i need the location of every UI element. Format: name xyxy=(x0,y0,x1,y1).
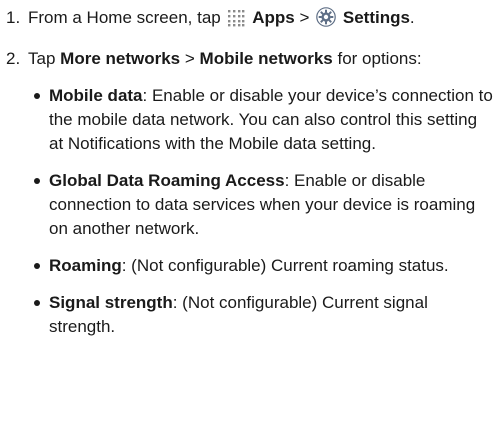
step-text-suffix: for options: xyxy=(337,49,422,68)
list-item: Roaming: (Not configurable) Current roam… xyxy=(28,254,494,278)
list-item: Global Data Roaming Access: Enable or di… xyxy=(28,169,494,241)
settings-gear-icon xyxy=(316,7,336,34)
options-list: Mobile data: Enable or disable your devi… xyxy=(28,84,494,339)
option-term: Roaming xyxy=(49,256,122,275)
step-text-prefix: From a Home screen, tap xyxy=(28,8,221,27)
option-term: Signal strength xyxy=(49,293,173,312)
list-item: Mobile data: Enable or disable your devi… xyxy=(28,84,494,156)
mobile-networks-label: Mobile networks xyxy=(199,49,333,68)
settings-label: Settings xyxy=(342,8,410,27)
separator: > xyxy=(184,49,195,68)
option-description: : (Not configurable) Current roaming sta… xyxy=(121,256,449,275)
step-number: 1. xyxy=(6,8,21,27)
instructions-page: 1. From a Home screen, tap Apps > Settin… xyxy=(0,0,504,424)
bullet-icon xyxy=(34,93,40,99)
apps-label: Apps xyxy=(252,8,295,27)
more-networks-label: More networks xyxy=(60,49,181,68)
step-text-prefix: Tap xyxy=(28,49,56,68)
step-2: 2. Tap More networks > Mobile networks f… xyxy=(6,47,494,339)
step-number: 2. xyxy=(6,49,21,68)
option-term: Mobile data xyxy=(49,86,143,105)
step-text-suffix: . xyxy=(409,8,415,27)
option-term: Global Data Roaming Access xyxy=(49,171,285,190)
apps-grid-icon xyxy=(227,9,245,34)
bullet-icon xyxy=(34,300,40,306)
list-item: Signal strength: (Not configurable) Curr… xyxy=(28,291,494,339)
bullet-icon xyxy=(34,178,40,184)
step-1: 1. From a Home screen, tap Apps > Settin… xyxy=(6,6,494,34)
bullet-icon xyxy=(34,263,40,269)
separator: > xyxy=(299,8,310,27)
